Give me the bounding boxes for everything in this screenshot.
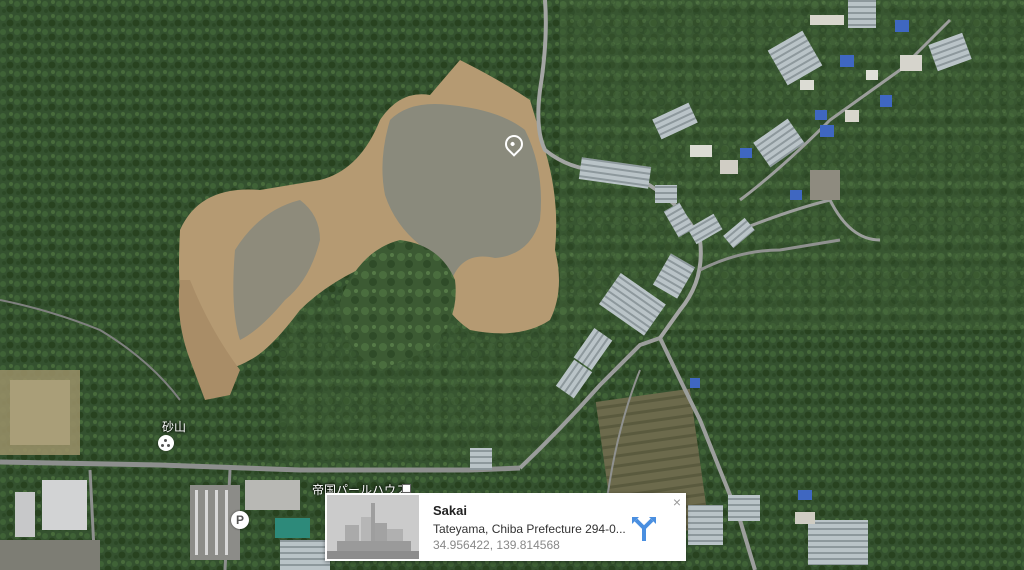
sunayama-label[interactable]: 砂山	[162, 418, 186, 435]
satellite-map[interactable]	[0, 0, 1024, 570]
building-thumbnail-illustration	[327, 495, 419, 559]
place-coordinates: 34.956422, 139.814568	[433, 538, 560, 552]
directions-icon[interactable]	[629, 513, 659, 543]
parking-icon[interactable]: P	[231, 511, 249, 529]
place-info-card[interactable]: Sakai Tateyama, Chiba Prefecture 294-0..…	[325, 493, 686, 561]
sunayama-dot-icon[interactable]	[158, 435, 174, 451]
close-icon[interactable]: ×	[673, 494, 681, 510]
building-thumbnail[interactable]	[327, 495, 419, 559]
teikoku-building-icon[interactable]	[402, 484, 411, 493]
place-address: Tateyama, Chiba Prefecture 294-0...	[433, 522, 626, 536]
place-title: Sakai	[433, 503, 467, 518]
